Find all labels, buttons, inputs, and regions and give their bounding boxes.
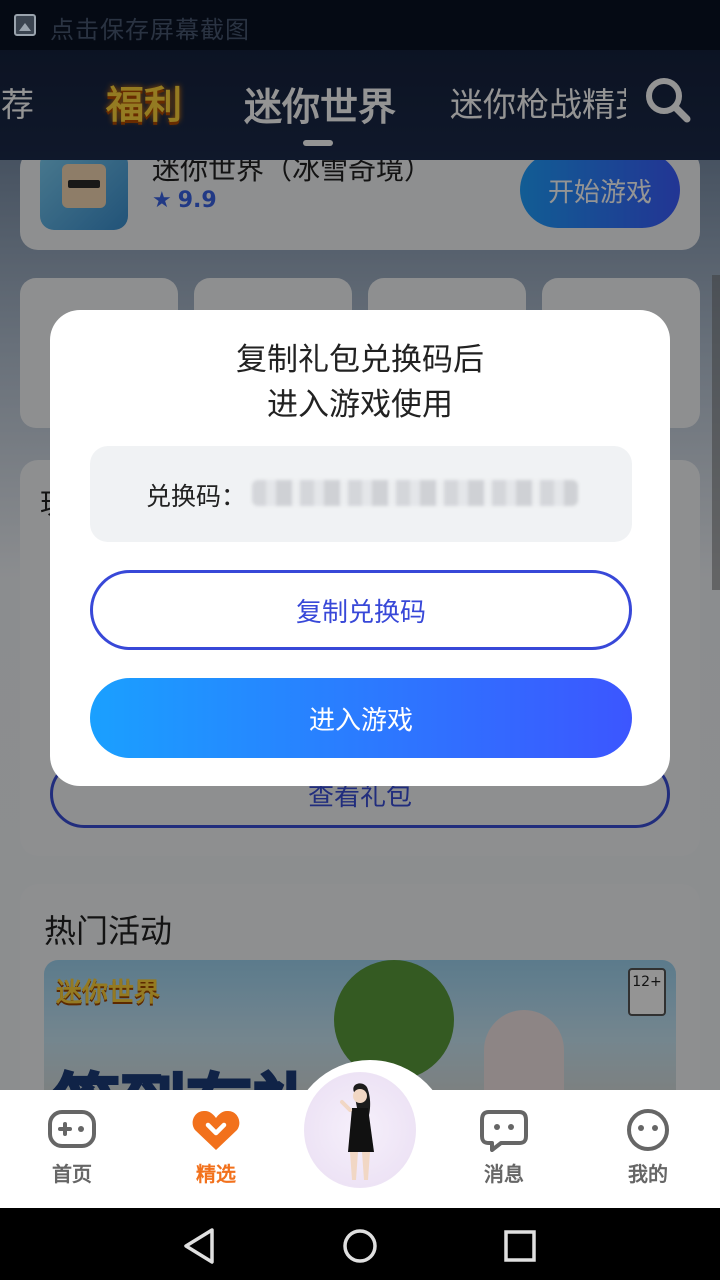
status-notification-text: 点击保存屏幕截图: [50, 16, 250, 44]
recents-icon[interactable]: [500, 1226, 540, 1266]
copy-code-button[interactable]: 复制兑换码: [90, 570, 632, 650]
heart-chevron-icon: [192, 1110, 240, 1150]
redeem-code-box: 兑换码：: [90, 446, 632, 542]
tab-messages-label: 消息: [484, 1162, 524, 1186]
tab-profile[interactable]: 我的: [598, 1108, 698, 1187]
dialog-title: 复制礼包兑换码后 进入游戏使用: [50, 338, 670, 428]
tab-messages[interactable]: 消息: [454, 1108, 554, 1187]
redeem-code-value: [252, 480, 578, 506]
tab-featured-label: 精选: [196, 1162, 236, 1186]
android-nav-bar: [0, 1208, 720, 1280]
screenshot-notification-icon: [14, 14, 36, 36]
home-icon[interactable]: [340, 1226, 380, 1266]
tab-home-label: 首页: [52, 1162, 92, 1186]
status-bar: 点击保存屏幕截图: [0, 0, 720, 50]
dialog-title-line2: 进入游戏使用: [267, 387, 453, 423]
tab-home[interactable]: 首页: [22, 1108, 122, 1187]
chat-bubble-icon: [480, 1110, 528, 1152]
center-avatar-button[interactable]: [304, 1072, 416, 1188]
tab-profile-label: 我的: [628, 1162, 668, 1186]
tab-featured[interactable]: 精选: [166, 1108, 266, 1187]
redeem-code-dialog: 复制礼包兑换码后 进入游戏使用 兑换码： 复制兑换码 进入游戏: [50, 310, 670, 786]
smiley-icon: [627, 1109, 669, 1151]
scrollbar-thumb[interactable]: [712, 275, 720, 590]
gamepad-icon: [48, 1110, 96, 1148]
enter-game-button[interactable]: 进入游戏: [90, 678, 632, 758]
character-avatar-icon: [340, 1083, 374, 1180]
dialog-title-line1: 复制礼包兑换码后: [236, 342, 484, 378]
back-icon[interactable]: [180, 1226, 220, 1266]
redeem-code-label: 兑换码：: [146, 482, 247, 511]
